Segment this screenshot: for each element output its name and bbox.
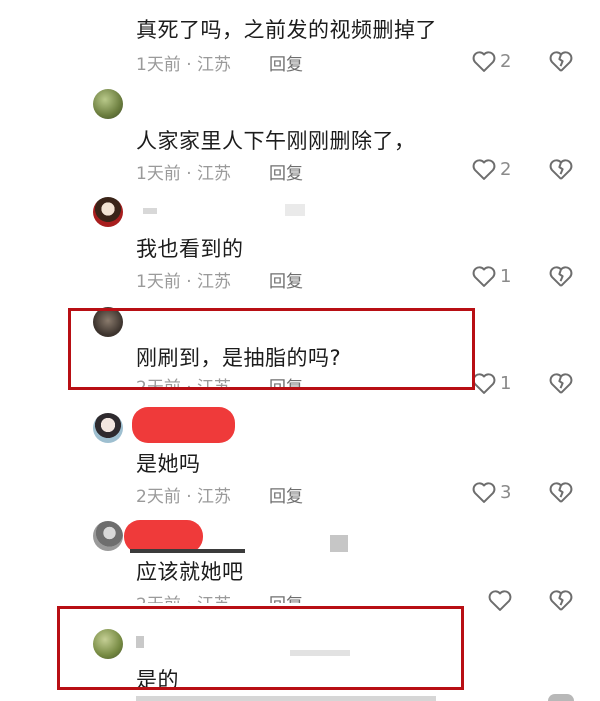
comment-meta [136,696,436,701]
heart-icon [472,159,496,180]
like-count: 2 [500,50,512,72]
broken-heart-icon[interactable] [547,155,575,183]
redacted-username [132,407,235,443]
like-button[interactable]: 1 [470,262,511,290]
avatar[interactable] [93,89,123,119]
comment-meta: 1天前 · 江苏 [136,164,232,184]
heart-icon [472,482,496,503]
avatar[interactable] [93,413,123,443]
comment-meta: 2天前 · 江苏 [136,487,232,507]
comment-text: 真死了吗，之前发的视频删掉了 [136,18,437,42]
like-count: 1 [500,372,512,394]
broken-heart-icon[interactable] [548,694,574,701]
redacted-username [285,204,305,216]
comment-text: 是她吗 [136,452,201,476]
like-button[interactable]: 3 [470,478,511,506]
like-button[interactable]: 1 [470,369,511,397]
broken-heart-icon[interactable] [547,47,575,75]
reply-button[interactable]: 回复 [269,482,303,507]
comment-meta: 1天前 · 江苏 [136,55,232,75]
comment-text: 应该就她吧 [136,560,244,584]
heart-icon [472,266,496,287]
redacted-username [130,549,245,553]
comment-text: 人家家里人下午刚刚删除了， [136,129,416,153]
comment-meta: 2天前 · 江苏 [136,590,231,603]
avatar[interactable] [93,521,123,551]
reply-button[interactable]: 回复 [269,159,303,184]
like-button[interactable] [486,586,514,614]
redacted-mark [330,535,348,552]
redacted-username [143,208,157,214]
like-count: 1 [500,265,512,287]
heart-icon [472,51,496,72]
broken-heart-icon[interactable] [547,262,575,290]
comment-text: 我也看到的 [136,237,244,261]
reply-button[interactable]: 回复 [269,267,303,292]
broken-heart-icon[interactable] [547,478,575,506]
reply-button[interactable]: 回复 [269,590,303,603]
like-count: 2 [500,158,512,180]
heart-icon [488,590,512,611]
highlight-frame [68,308,475,390]
like-button[interactable]: 2 [470,155,511,183]
like-button[interactable]: 2 [470,47,511,75]
highlight-frame [57,606,464,690]
broken-heart-icon[interactable] [547,586,575,614]
comment-page: { "comments": [ {"text": "真死了吗，之前发的视频删掉了… [0,0,600,701]
avatar[interactable] [93,197,123,227]
like-count: 3 [500,481,512,503]
broken-heart-icon[interactable] [547,369,575,397]
reply-button[interactable]: 回复 [269,50,303,75]
comment-meta: 1天前 · 江苏 [136,272,232,292]
